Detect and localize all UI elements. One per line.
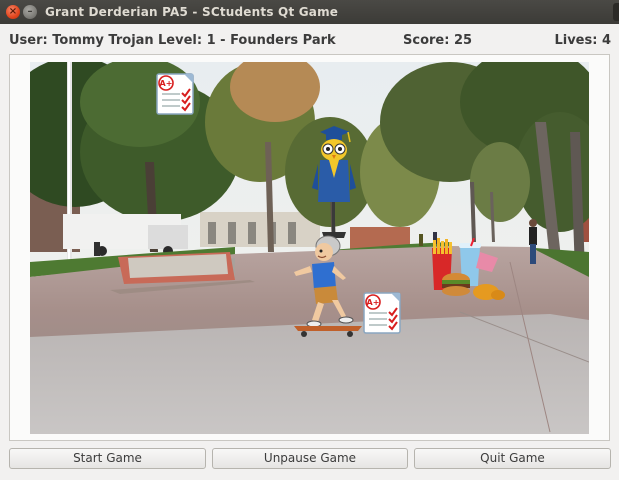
- window-titlebar: × – Grant Derderian PA5 - SCtudents Qt G…: [0, 0, 619, 24]
- quit-game-button[interactable]: Quit Game: [414, 448, 611, 469]
- lives-label: Lives: 4: [554, 33, 611, 48]
- start-game-button[interactable]: Start Game: [9, 448, 206, 469]
- score-label: Score: 25: [403, 33, 473, 48]
- skateboarder-player: [294, 235, 362, 337]
- close-window-button[interactable]: ×: [6, 5, 20, 19]
- window-title: Grant Derderian PA5 - SCtudents Qt Game: [45, 5, 339, 19]
- unpause-game-button[interactable]: Unpause Game: [212, 448, 408, 469]
- grade-a-paper-icon: A+: [156, 73, 194, 115]
- graduate-owl-enemy: [312, 126, 356, 238]
- titlebar-edge: [613, 3, 619, 21]
- minimize-window-button[interactable]: –: [23, 5, 37, 19]
- close-icon: ×: [8, 6, 18, 17]
- fast-food-pile-enemy: [432, 238, 505, 300]
- grade-text: A+: [367, 298, 380, 307]
- level-label: Level: 1 - Founders Park: [158, 33, 336, 48]
- game-scene[interactable]: A+ A+: [30, 62, 589, 434]
- user-label: User: Tommy Trojan: [9, 33, 154, 48]
- minimize-icon: –: [27, 6, 33, 17]
- grade-a-paper-icon: A+: [363, 292, 401, 334]
- grade-text: A+: [160, 79, 173, 88]
